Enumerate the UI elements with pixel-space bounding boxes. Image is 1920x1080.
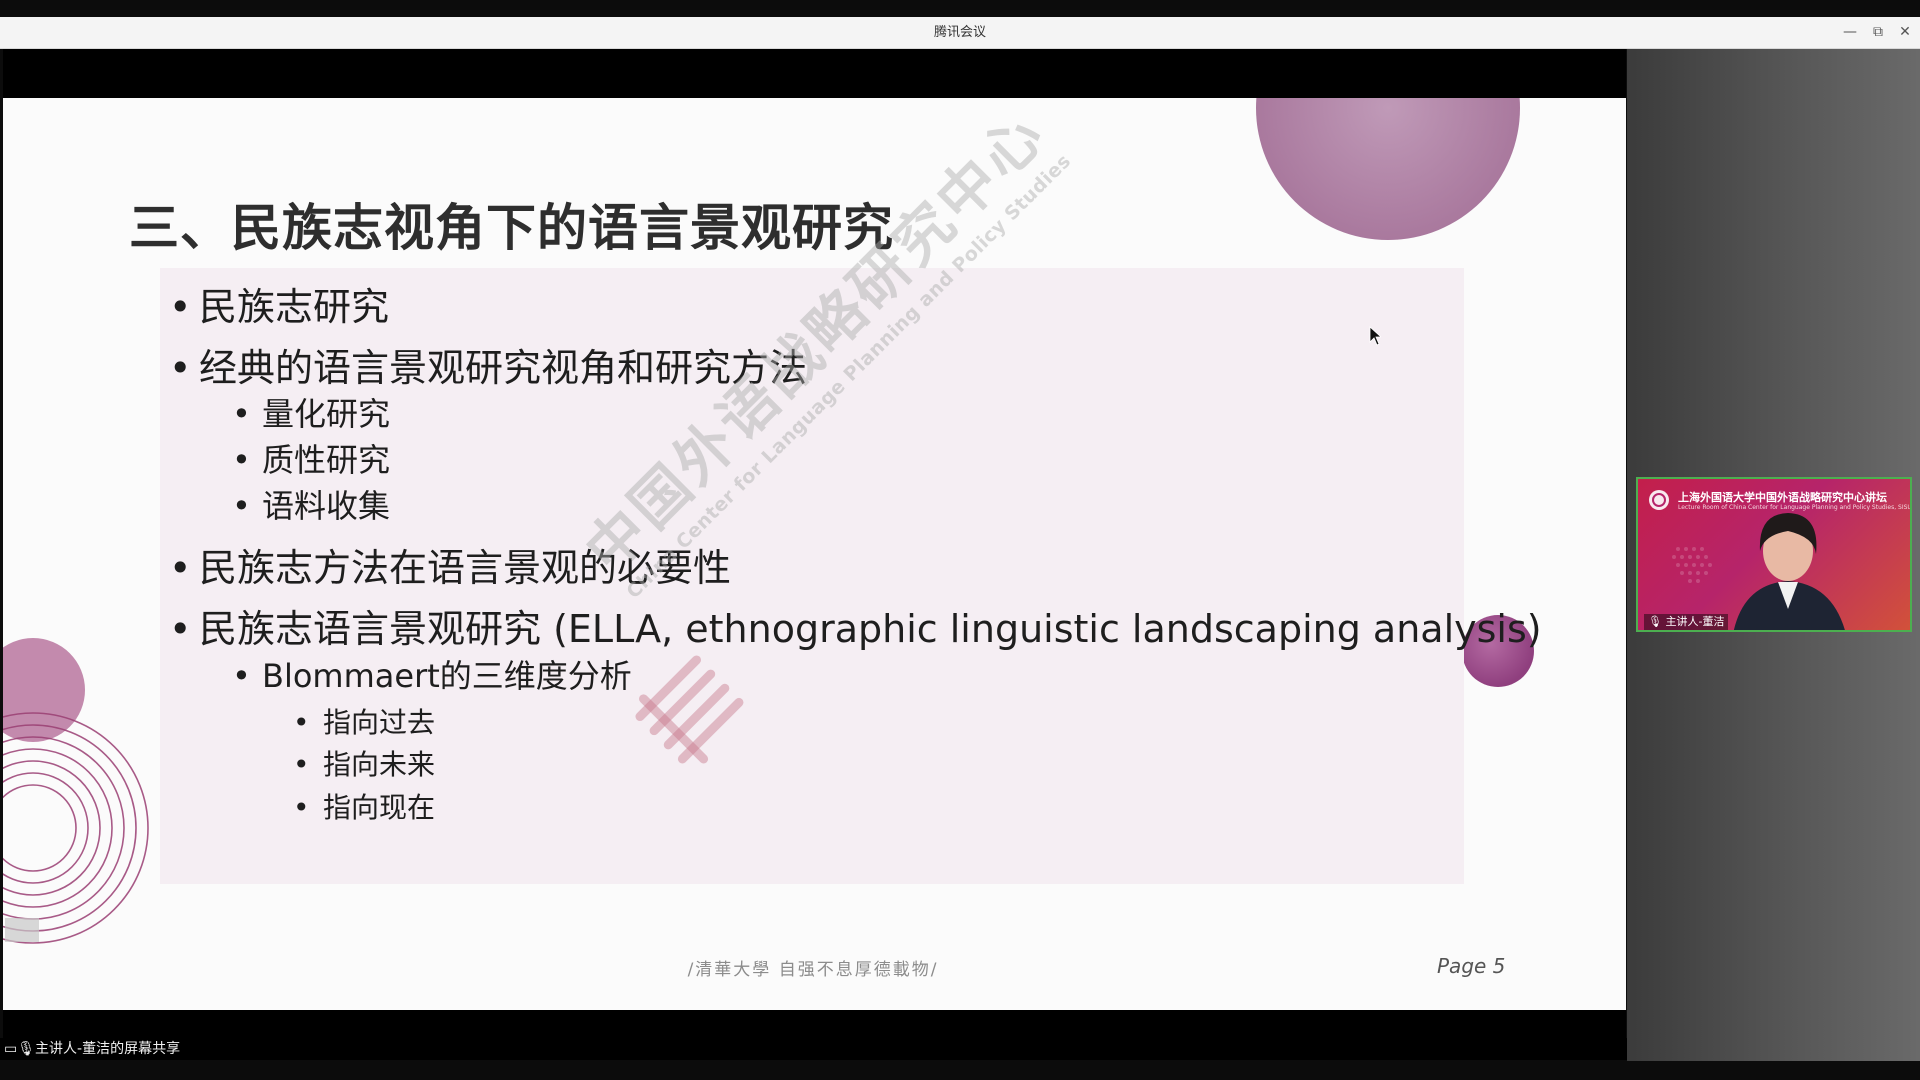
bullet-dot: •: [169, 607, 192, 651]
bullet-dot: •: [293, 791, 310, 824]
bullet-dot: •: [232, 441, 251, 479]
banner-title: 上海外国语大学中国外语战略研究中心讲坛: [1678, 491, 1887, 504]
speaker-name-label: 🎙 主讲人-董洁: [1644, 614, 1729, 630]
decor-circle-top: [1256, 98, 1520, 240]
bullet-dot: •: [232, 487, 251, 525]
mic-icon: 🎙: [1648, 615, 1662, 628]
bullet-text: 语料收集: [262, 487, 391, 525]
close-icon[interactable]: ✕: [1893, 17, 1917, 48]
footer-motto: /清華大學 自强不息厚德載物/: [687, 960, 939, 980]
bullet-dot: •: [169, 285, 192, 329]
share-status: ▭🎙主讲人-董洁的屏幕共享: [4, 1038, 180, 1060]
speaker-name: 主讲人-董洁: [1665, 615, 1725, 628]
bullet-text: 量化研究: [262, 395, 391, 433]
bullet-dot: •: [169, 546, 192, 590]
bullet-text: 指向未来: [323, 748, 436, 781]
share-label-text: 主讲人-董洁的屏幕共享: [35, 1041, 181, 1057]
mic-icon: 🎙: [17, 1041, 36, 1057]
slide-title: 三、民族志视角下的语言景观研究: [129, 199, 894, 257]
screen-share-icon: ▭: [4, 1041, 18, 1057]
bullet-item: • Blommaert的三维度分析: [232, 651, 632, 697]
speaker-video-tile[interactable]: 上海外国语大学中国外语战略研究中心讲坛 Lecture Room of Chin…: [1636, 477, 1912, 632]
bullet-text: Blommaert的三维度分析: [262, 657, 632, 695]
bullet-item: • 民族志研究: [169, 276, 389, 331]
bullet-item: • 量化研究: [232, 389, 390, 435]
bullet-text: 指向现在: [323, 791, 436, 824]
bullet-dot: •: [293, 706, 310, 739]
share-status-bar: ▭🎙主讲人-董洁的屏幕共享: [0, 1038, 1627, 1060]
bullet-text: 质性研究: [262, 441, 391, 479]
bullet-dot: •: [232, 657, 251, 695]
bullet-item: • 语料收集: [232, 481, 390, 527]
decor-small-badge: [5, 918, 39, 942]
page-number: Page 5: [1437, 954, 1506, 978]
watermark-logo-icon: [635, 655, 744, 764]
institute-logo-icon: [1649, 490, 1669, 510]
bullet-item: • 指向未来: [293, 743, 435, 783]
bullet-text: 民族志语言景观研究 (ELLA, ethnographic linguistic…: [199, 607, 1542, 651]
slide: 三、民族志视角下的语言景观研究 • 民族志研究 • 经典的语言景观研究视角和研究方法…: [3, 98, 1626, 1010]
restore-icon[interactable]: ⧉: [1866, 17, 1890, 48]
bullet-dot: •: [169, 346, 192, 390]
bullet-item: • 指向现在: [293, 786, 435, 826]
decor-rings: [3, 712, 149, 944]
bullet-text: 民族志研究: [199, 285, 390, 329]
mouse-cursor-icon: [1369, 326, 1381, 346]
bullet-item: • 指向过去: [293, 701, 435, 741]
banner-subtitle: Lecture Room of China Center for Languag…: [1678, 504, 1912, 511]
bullet-item: • 质性研究: [232, 435, 390, 481]
bullet-dot: •: [293, 748, 310, 781]
bullet-text: 指向过去: [323, 706, 436, 739]
minimize-icon[interactable]: —: [1838, 17, 1862, 48]
bullet-item: • 民族志语言景观研究 (ELLA, ethnographic linguisti…: [169, 598, 1542, 653]
window-title: 腾讯会议: [933, 25, 986, 40]
title-bar: 腾讯会议 — ⧉ ✕: [0, 17, 1920, 49]
bullet-dot: •: [232, 395, 251, 433]
